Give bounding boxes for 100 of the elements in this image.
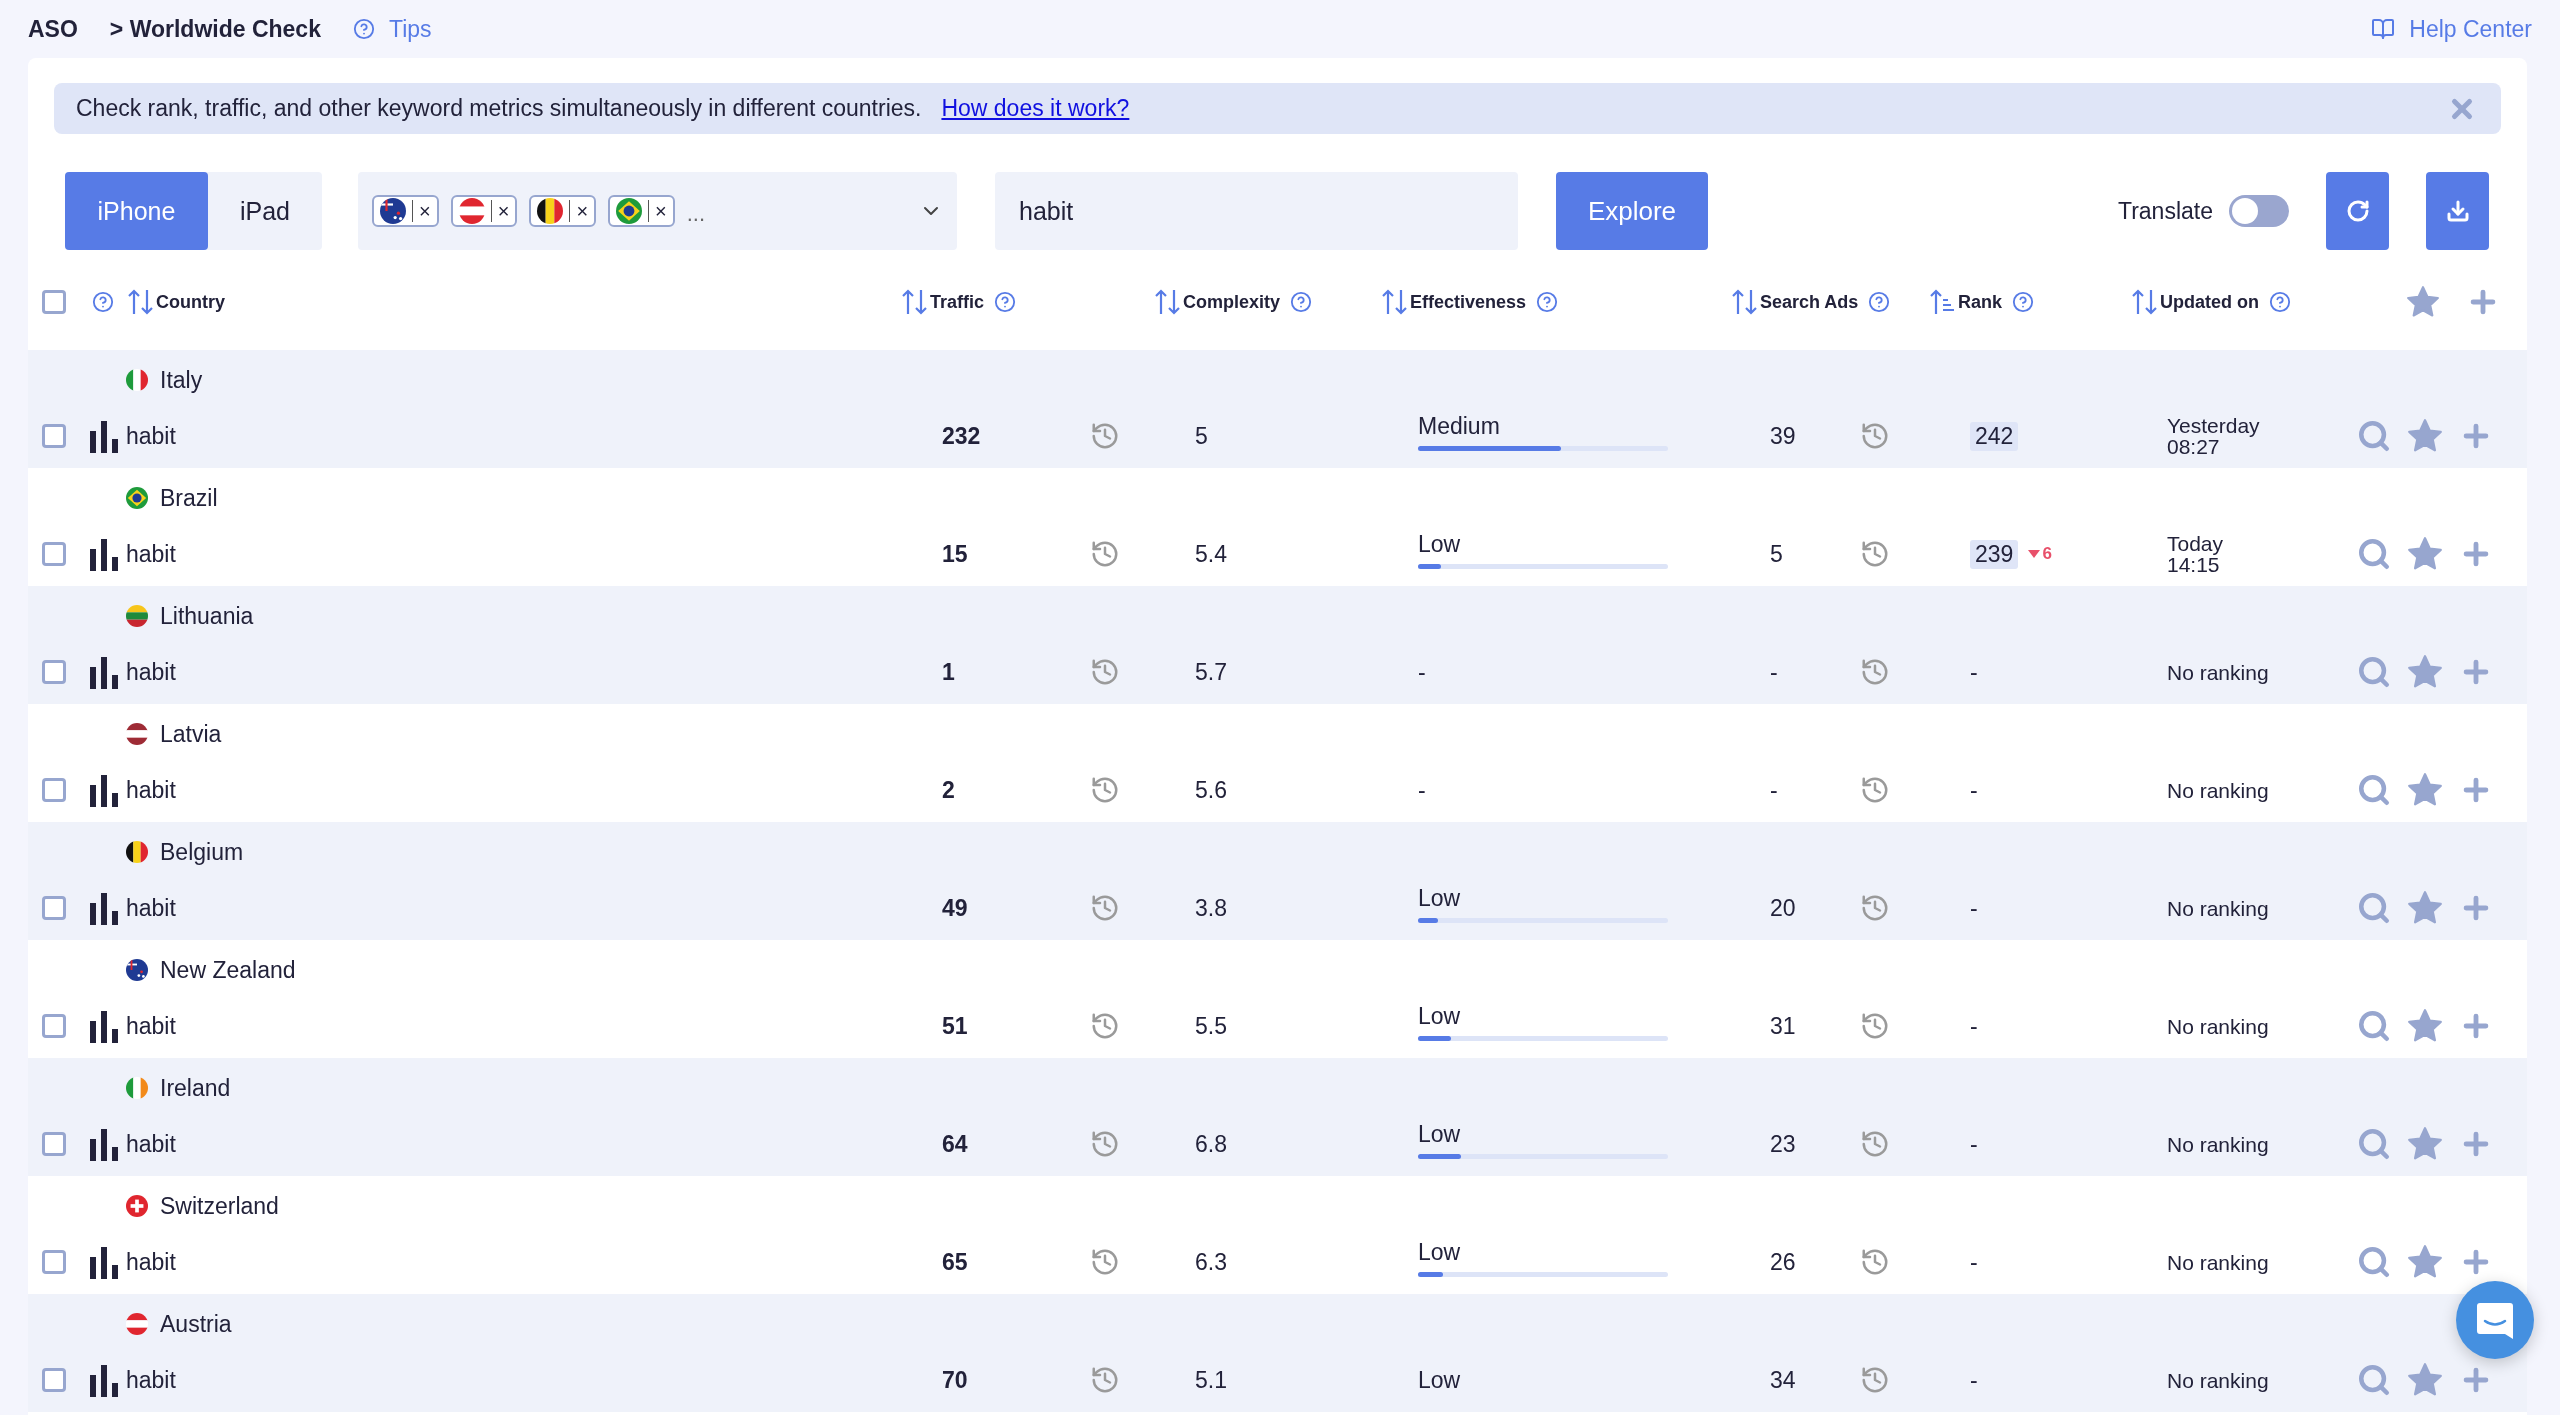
traffic-value: 2 [942,776,955,804]
remove-chip-button[interactable]: × [576,199,589,223]
search-icon[interactable] [2357,655,2391,689]
search-icon[interactable] [2357,1009,2391,1043]
column-header[interactable]: Complexity [1183,291,1281,313]
star-icon[interactable] [2407,772,2443,808]
explore-button[interactable]: Explore [1556,172,1708,250]
history-icon[interactable] [1090,775,1120,805]
search-ads-value: 31 [1770,1012,1796,1040]
device-tab[interactable]: iPad [208,172,322,250]
star-icon[interactable] [2406,285,2440,319]
tips-link[interactable]: Tips [388,15,432,43]
history-icon[interactable] [1860,1247,1890,1277]
sort-icon[interactable] [126,288,156,316]
sort-icon[interactable] [1153,288,1183,316]
keyword-text: habit [126,1012,176,1040]
column-header[interactable]: Rank [1958,291,2002,313]
history-icon[interactable] [1090,1247,1120,1277]
column-header[interactable]: Effectiveness [1410,291,1527,313]
how-it-works-link[interactable]: How does it work? [941,95,1130,122]
search-icon[interactable] [2357,773,2391,807]
help-icon[interactable] [92,291,114,313]
country-name: Belgium [160,838,244,866]
keyword-field[interactable]: habit [995,172,1518,250]
help-icon[interactable] [1290,291,1313,313]
history-icon[interactable] [1860,893,1890,923]
star-icon[interactable] [2407,1008,2443,1044]
help-icon[interactable] [1536,291,1559,313]
search-icon[interactable] [2357,891,2391,925]
help-icon[interactable] [2269,291,2291,313]
sort-icon[interactable] [1380,288,1410,316]
flag-icon [126,487,148,509]
search-icon[interactable] [2357,537,2391,571]
refresh-button[interactable] [2326,172,2389,250]
history-icon[interactable] [1090,657,1120,687]
select-all-checkbox[interactable] [42,290,66,314]
star-icon[interactable] [2407,1126,2443,1162]
star-icon[interactable] [2407,1362,2443,1398]
row-checkbox[interactable] [42,542,66,566]
translate-toggle[interactable] [2229,195,2289,227]
history-icon[interactable] [1860,1011,1890,1041]
history-icon[interactable] [1860,421,1890,451]
history-icon[interactable] [1860,657,1890,687]
row-checkbox[interactable] [42,896,66,920]
help-icon[interactable] [994,291,1017,313]
star-icon[interactable] [2407,1244,2443,1280]
traffic-value: 70 [942,1366,968,1394]
flag-icon [126,1195,148,1217]
history-icon[interactable] [1090,539,1120,569]
remove-chip-button[interactable]: × [497,199,510,223]
history-icon[interactable] [1860,775,1890,805]
country-select[interactable]: × × × × ... [358,172,957,250]
traffic-value: 51 [942,1012,968,1040]
star-icon[interactable] [2407,654,2443,690]
star-icon[interactable] [2407,418,2443,454]
flag-icon [616,198,643,224]
history-icon[interactable] [1090,1011,1120,1041]
star-icon[interactable] [2407,536,2443,572]
row-checkbox[interactable] [42,1014,66,1038]
device-tab[interactable]: iPhone [65,172,208,250]
keyword-text: habit [126,776,176,804]
row-checkbox[interactable] [42,778,66,802]
row-checkbox[interactable] [42,1368,66,1392]
history-icon[interactable] [1090,1365,1120,1395]
row-checkbox[interactable] [42,1132,66,1156]
search-icon[interactable] [2357,419,2391,453]
column-header[interactable]: Search Ads [1760,291,1859,313]
breadcrumb-root[interactable]: ASO [28,15,78,43]
remove-chip-button[interactable]: × [655,199,667,223]
search-ads-value: - [1770,658,1778,686]
history-icon[interactable] [1860,1365,1890,1395]
history-icon[interactable] [1860,1129,1890,1159]
row-checkbox[interactable] [42,660,66,684]
column-header[interactable]: Updated on [2160,291,2259,313]
book-icon[interactable] [2371,17,2396,41]
keyword-text: habit [126,422,176,450]
history-icon[interactable] [1090,1129,1120,1159]
flag-icon [126,1077,148,1099]
help-center-link[interactable]: Help Center [2409,15,2532,43]
sort-icon[interactable] [900,288,930,316]
star-icon[interactable] [2407,890,2443,926]
help-icon[interactable] [1868,291,1891,313]
row-checkbox[interactable] [42,1250,66,1274]
sort-icon[interactable] [1730,288,1760,316]
row-checkbox[interactable] [42,424,66,448]
sort-icon[interactable] [2130,288,2160,316]
column-header[interactable]: Traffic [930,291,985,313]
download-button[interactable] [2426,172,2489,250]
help-icon[interactable] [2012,291,2034,313]
help-icon[interactable] [352,18,375,40]
history-icon[interactable] [1860,539,1890,569]
search-icon[interactable] [2357,1363,2391,1397]
search-icon[interactable] [2357,1127,2391,1161]
history-icon[interactable] [1090,893,1120,923]
history-icon[interactable] [1090,421,1120,451]
remove-chip-button[interactable]: × [419,199,431,223]
rank-value: - [1970,1130,1978,1158]
search-icon[interactable] [2357,1245,2391,1279]
column-header[interactable]: Country [156,291,225,313]
country-name: Austria [160,1310,232,1338]
